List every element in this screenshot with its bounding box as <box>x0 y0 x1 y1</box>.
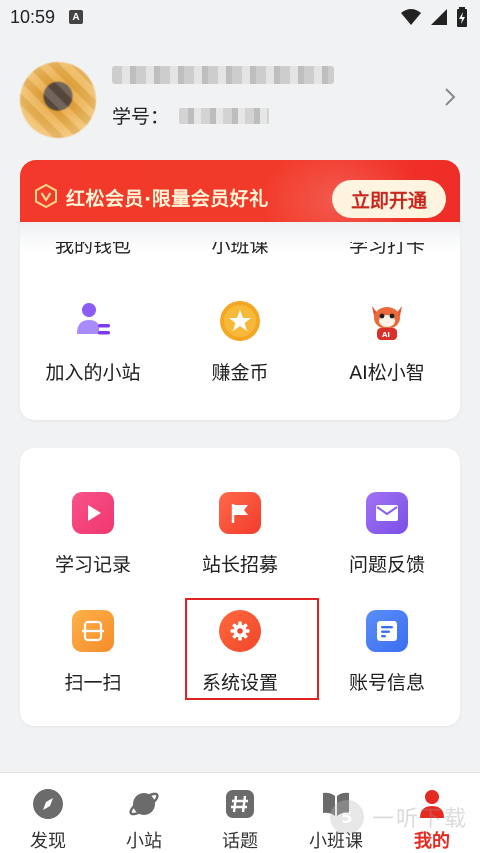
battery-icon <box>457 7 467 27</box>
nav-stations-label: 小站 <box>126 831 162 852</box>
chevron-right-icon[interactable] <box>440 84 460 110</box>
joined-stations-icon <box>72 300 114 342</box>
notification-a-icon: A <box>69 10 84 24</box>
ai-assistant-item[interactable]: AI AI松小智 <box>314 300 460 385</box>
scan-label: 扫一扫 <box>64 672 122 694</box>
nav-mine-label: 我的 <box>414 831 450 852</box>
hashtag-icon <box>223 787 257 821</box>
earn-coins-item[interactable]: 赚金币 <box>167 300 313 385</box>
joined-stations-label: 加入的小站 <box>45 362 141 384</box>
system-settings-item[interactable]: 系统设置 <box>167 610 313 695</box>
scrolled-row: 我的钱包 小班课 学习打卡 <box>20 242 460 266</box>
play-record-icon <box>72 492 114 534</box>
feedback-label: 问题反馈 <box>348 554 425 576</box>
vip-shield-icon <box>35 184 57 208</box>
nav-stations[interactable]: 小站 <box>96 787 192 853</box>
account-info-item[interactable]: 账号信息 <box>314 610 460 695</box>
student-id: 学号： <box>112 102 270 129</box>
scan-icon <box>72 610 114 652</box>
system-settings-label: 系统设置 <box>201 672 278 694</box>
quick-actions-card: 我的钱包 小班课 学习打卡 加入的小站 赚金币 AI AI松小智 <box>20 222 460 420</box>
earn-coins-label: 赚金币 <box>211 362 269 384</box>
svg-text:AI: AI <box>382 331 390 339</box>
small-class-item[interactable]: 小班课 <box>167 242 313 260</box>
vip-text: 红松会员·限量会员好礼 <box>66 188 269 210</box>
compass-icon <box>31 787 65 821</box>
signal-icon <box>431 9 447 25</box>
tools-card: 学习记录 站长招募 问题反馈 扫一扫 系统设置 账号信息 <box>20 448 460 726</box>
planet-icon <box>127 787 161 821</box>
open-vip-button[interactable]: 立即开通 <box>332 180 446 218</box>
account-info-icon <box>366 610 408 652</box>
nav-small-class-label: 小班课 <box>309 831 363 852</box>
status-bar: 10:59 A <box>0 0 480 34</box>
gear-icon <box>219 610 261 652</box>
coin-star-icon <box>219 300 261 342</box>
nav-topics-label: 话题 <box>222 831 258 852</box>
study-record-item[interactable]: 学习记录 <box>20 492 166 577</box>
study-checkin-item[interactable]: 学习打卡 <box>314 242 460 260</box>
station-recruit-item[interactable]: 站长招募 <box>167 492 313 577</box>
book-icon <box>319 787 353 821</box>
nav-topics[interactable]: 话题 <box>192 787 288 853</box>
squirrel-mascot-icon: AI <box>366 300 408 342</box>
feedback-item[interactable]: 问题反馈 <box>314 492 460 577</box>
bottom-nav: 发现 小站 话题 小班课 我的 <box>0 772 480 853</box>
study-record-label: 学习记录 <box>54 554 131 576</box>
mail-icon <box>366 492 408 534</box>
wallet-item[interactable]: 我的钱包 <box>20 242 166 260</box>
ai-assistant-label: AI松小智 <box>349 362 425 384</box>
student-id-label: 学号： <box>112 106 170 128</box>
account-info-label: 账号信息 <box>348 672 425 694</box>
scan-item[interactable]: 扫一扫 <box>20 610 166 695</box>
nav-discover-label: 发现 <box>30 831 66 852</box>
status-right <box>400 7 468 27</box>
nav-small-class[interactable]: 小班课 <box>288 787 384 853</box>
profile-header[interactable]: 学号： <box>0 56 480 140</box>
wifi-icon <box>401 9 421 25</box>
person-icon <box>415 787 449 821</box>
nickname-redacted <box>112 66 334 84</box>
nav-mine[interactable]: 我的 <box>384 787 480 853</box>
nav-discover[interactable]: 发现 <box>0 787 96 853</box>
joined-stations-item[interactable]: 加入的小站 <box>20 300 166 385</box>
flag-icon <box>219 492 261 534</box>
avatar[interactable] <box>20 62 96 138</box>
status-time: 10:59 <box>10 6 56 27</box>
student-id-redacted <box>179 107 270 124</box>
station-recruit-label: 站长招募 <box>201 554 278 576</box>
